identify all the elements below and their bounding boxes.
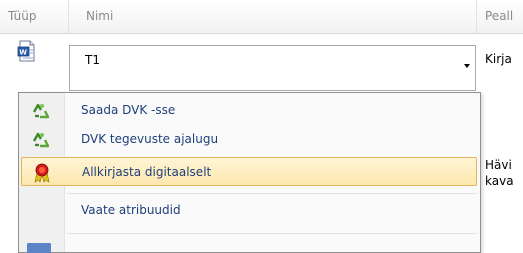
menu-item-send-dvk[interactable]: Saada DVK -sse bbox=[21, 96, 477, 125]
svg-text:W: W bbox=[19, 48, 27, 56]
menu-separator bbox=[67, 193, 477, 194]
menu-item-label: DVK tegevuste ajalugu bbox=[81, 132, 219, 146]
context-menu: Saada DVK -sse DVK tegevuste ajalugu All… bbox=[18, 92, 481, 253]
column-type[interactable]: Tüüp bbox=[8, 0, 37, 33]
chevron-down-icon[interactable] bbox=[458, 53, 475, 79]
column-title[interactable]: Peall bbox=[485, 0, 513, 33]
recycle-arrows-icon bbox=[31, 101, 51, 121]
description-line-1: Hävi bbox=[485, 158, 512, 172]
description-line-2: kava bbox=[485, 174, 514, 188]
menu-item-label: Vaate atribuudid bbox=[81, 203, 181, 217]
menu-item-label: Allkirjasta digitaalselt bbox=[82, 165, 212, 179]
column-divider bbox=[68, 0, 69, 33]
ribbon-award-icon bbox=[32, 163, 52, 183]
menu-item-dvk-history[interactable]: DVK tegevuste ajalugu bbox=[21, 125, 477, 154]
column-name[interactable]: Nimi bbox=[86, 0, 113, 33]
column-divider bbox=[476, 0, 477, 33]
menu-item-sign-digitally[interactable]: Allkirjasta digitaalselt bbox=[21, 157, 477, 186]
next-item-icon bbox=[27, 243, 51, 253]
title-cell: Kirja bbox=[485, 52, 512, 66]
menu-item-label: Saada DVK -sse bbox=[81, 103, 176, 117]
menu-separator bbox=[67, 233, 477, 234]
recycle-arrows-icon bbox=[31, 130, 51, 150]
name-value: T1 bbox=[85, 53, 100, 67]
menu-item-view-attributes[interactable]: Vaate atribuudid bbox=[21, 196, 477, 225]
word-document-icon: W bbox=[17, 40, 37, 62]
name-combobox[interactable]: T1 bbox=[69, 45, 476, 91]
column-header: Tüüp Nimi Peall bbox=[0, 0, 523, 34]
